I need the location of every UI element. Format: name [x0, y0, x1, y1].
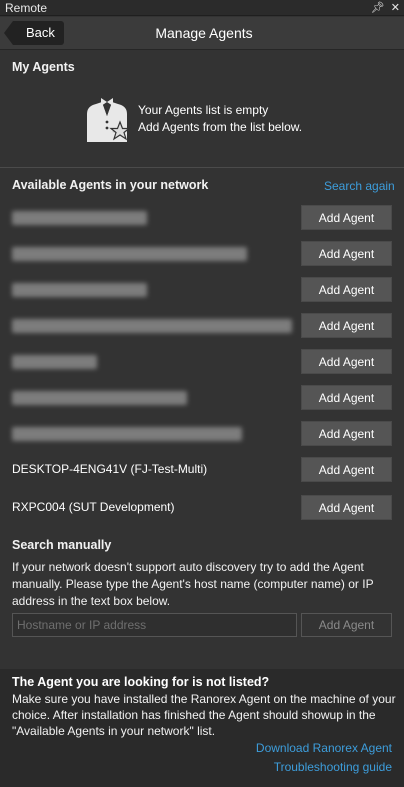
agent-row: Add Agent	[0, 241, 404, 267]
pin-icon[interactable]: 📌︎	[371, 0, 385, 16]
header-bar: Back Manage Agents	[0, 17, 404, 50]
footer-heading: The Agent you are looking for is not lis…	[12, 675, 270, 689]
empty-agents-notice: Your Agents list is empty Add Agents fro…	[82, 94, 382, 144]
add-agent-button[interactable]: Add Agent	[301, 457, 392, 482]
agent-name: RXPC004 (SUT Development)	[12, 500, 175, 514]
footer-text: Make sure you have installed the Ranorex…	[12, 692, 396, 738]
add-agent-button[interactable]: Add Agent	[301, 205, 392, 230]
add-agent-button[interactable]: Add Agent	[301, 421, 392, 446]
troubleshooting-link[interactable]: Troubleshooting guide	[274, 760, 392, 774]
add-agent-button[interactable]: Add Agent	[301, 349, 392, 374]
add-agent-button[interactable]: Add Agent	[301, 495, 392, 520]
agent-name: DESKTOP-4ENG41V (FJ-Test-Multi)	[12, 462, 208, 476]
redacted-agent-name	[12, 319, 292, 333]
agent-row: Add Agent	[0, 205, 404, 231]
page-title: Manage Agents	[155, 25, 253, 41]
search-manually-description: If your network doesn't support auto dis…	[12, 560, 374, 608]
window-title: Remote	[5, 1, 48, 15]
add-agent-button[interactable]: Add Agent	[301, 241, 392, 266]
section-divider	[0, 167, 404, 168]
redacted-agent-name	[12, 247, 247, 261]
add-agent-button[interactable]: Add Agent	[301, 313, 392, 338]
redacted-agent-name	[12, 283, 147, 297]
empty-subtitle: Add Agents from the list below.	[138, 120, 303, 134]
window-titlebar: Remote 📌︎ ✕	[0, 0, 404, 16]
add-agent-button[interactable]: Add Agent	[301, 277, 392, 302]
agent-tuxedo-icon	[87, 98, 131, 142]
help-footer: The Agent you are looking for is not lis…	[0, 669, 404, 787]
redacted-agent-name	[12, 427, 242, 441]
empty-title: Your Agents list is empty	[138, 103, 269, 117]
add-agent-button[interactable]: Add Agent	[301, 385, 392, 410]
agent-row: Add Agent	[0, 349, 404, 375]
download-agent-link[interactable]: Download Ranorex Agent	[256, 741, 392, 755]
agent-row: Add Agent	[0, 277, 404, 303]
redacted-agent-name	[12, 211, 147, 225]
search-manually-heading: Search manually	[12, 538, 112, 552]
redacted-agent-name	[12, 391, 187, 405]
agent-row: Add Agent	[0, 421, 404, 447]
redacted-agent-name	[12, 355, 97, 369]
agent-row: DESKTOP-4ENG41V (FJ-Test-Multi) Add Agen…	[0, 457, 404, 483]
close-icon[interactable]: ✕	[391, 0, 400, 16]
my-agents-heading: My Agents	[12, 60, 75, 74]
add-agent-manual-button[interactable]: Add Agent	[301, 613, 392, 637]
search-again-link[interactable]: Search again	[324, 179, 395, 193]
agent-row: RXPC004 (SUT Development) Add Agent	[0, 495, 404, 521]
available-agents-heading: Available Agents in your network	[12, 178, 209, 192]
hostname-input[interactable]	[12, 613, 297, 637]
agent-row: Add Agent	[0, 385, 404, 411]
agent-row: Add Agent	[0, 313, 404, 339]
